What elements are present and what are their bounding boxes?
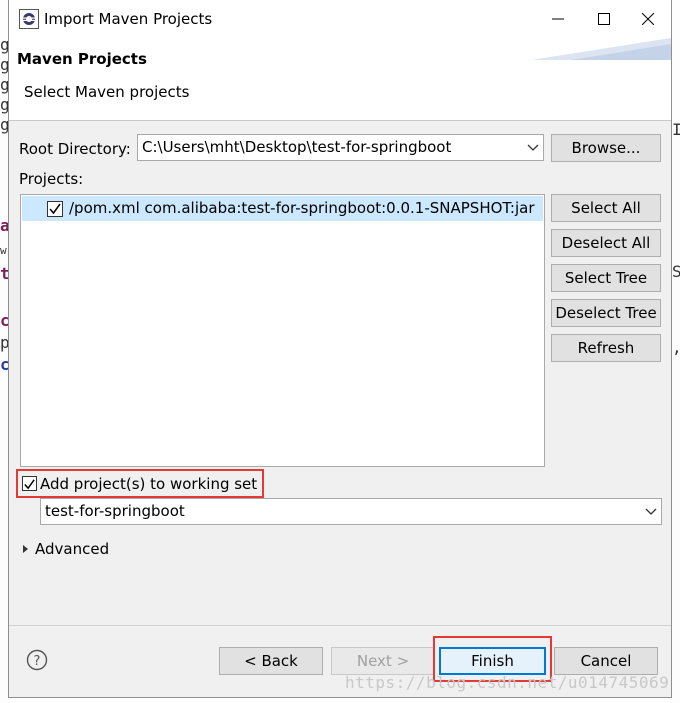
bg-glyph: ,: [672, 338, 680, 357]
help-icon[interactable]: ?: [26, 649, 48, 671]
working-set-value: test-for-springboot: [45, 502, 185, 520]
next-label: Next >: [356, 652, 410, 670]
cancel-button[interactable]: Cancel: [554, 647, 658, 675]
deselect-all-label: Deselect All: [561, 234, 651, 252]
deselect-all-button[interactable]: Deselect All: [551, 229, 661, 257]
wizard-banner: Maven Projects Select Maven projects: [9, 38, 671, 121]
browse-button[interactable]: Browse...: [551, 134, 661, 162]
select-tree-button[interactable]: Select Tree: [551, 264, 661, 292]
refresh-button[interactable]: Refresh: [551, 334, 661, 362]
working-set-combo[interactable]: test-for-springboot: [40, 498, 662, 525]
close-button[interactable]: [625, 0, 671, 38]
root-directory-combo[interactable]: C:\Users\mht\Desktop\test-for-springboot: [137, 134, 544, 161]
projects-label: Projects:: [19, 170, 84, 188]
deselect-tree-label: Deselect Tree: [555, 304, 657, 322]
title-bar: Import Maven Projects: [9, 0, 671, 38]
window-title: Import Maven Projects: [44, 10, 213, 28]
list-item[interactable]: /pom.xml com.alibaba:test-for-springboot…: [22, 196, 543, 221]
chevron-down-icon: [527, 144, 539, 151]
banner-title: Maven Projects: [17, 50, 147, 68]
back-button[interactable]: < Back: [219, 647, 323, 675]
maximize-icon: [598, 13, 610, 25]
bg-glyph: w: [0, 244, 7, 257]
working-set-checkbox[interactable]: [22, 476, 37, 491]
background-editor-left: g g g g g a w t c p c: [0, 0, 10, 703]
root-directory-label: Root Directory:: [19, 140, 131, 158]
deselect-tree-button[interactable]: Deselect Tree: [551, 299, 661, 327]
checkmark-icon: [49, 203, 61, 215]
banner-subtitle: Select Maven projects: [24, 83, 190, 101]
working-set-label: Add project(s) to working set: [40, 475, 258, 493]
finish-label: Finish: [471, 652, 514, 670]
bg-glyph: I: [672, 120, 680, 139]
select-tree-label: Select Tree: [564, 269, 648, 287]
eclipse-app-icon: [19, 9, 39, 29]
banner-art: [531, 38, 671, 60]
project-item-label: /pom.xml com.alibaba:test-for-springboot…: [69, 199, 535, 217]
watermark-text: https://blog.csdn.net/u014745069: [345, 673, 670, 692]
minimize-icon: [552, 18, 564, 20]
back-label: < Back: [244, 652, 298, 670]
next-button[interactable]: Next >: [331, 647, 435, 675]
select-all-label: Select All: [571, 199, 641, 217]
background-editor-right: S I ,: [672, 0, 680, 703]
projects-list[interactable]: /pom.xml com.alibaba:test-for-springboot…: [20, 194, 545, 467]
chevron-down-icon: [645, 508, 657, 515]
checkmark-icon: [24, 479, 35, 490]
bg-glyph: S: [672, 262, 680, 281]
svg-text:?: ?: [34, 654, 41, 669]
footer-divider: [9, 625, 671, 626]
refresh-label: Refresh: [577, 339, 635, 357]
cancel-label: Cancel: [580, 652, 632, 670]
browse-label: Browse...: [571, 139, 641, 157]
maximize-button[interactable]: [581, 0, 627, 38]
minimize-button[interactable]: [535, 0, 581, 38]
close-icon: [642, 13, 654, 25]
advanced-label: Advanced: [35, 540, 110, 558]
project-checkbox[interactable]: [47, 201, 63, 217]
import-maven-dialog: Import Maven Projects Maven Projects Sel…: [8, 0, 672, 698]
finish-button[interactable]: Finish: [439, 647, 546, 675]
select-all-button[interactable]: Select All: [551, 194, 661, 222]
expand-arrow-icon: [23, 545, 28, 553]
root-directory-value: C:\Users\mht\Desktop\test-for-springboot: [142, 138, 452, 156]
